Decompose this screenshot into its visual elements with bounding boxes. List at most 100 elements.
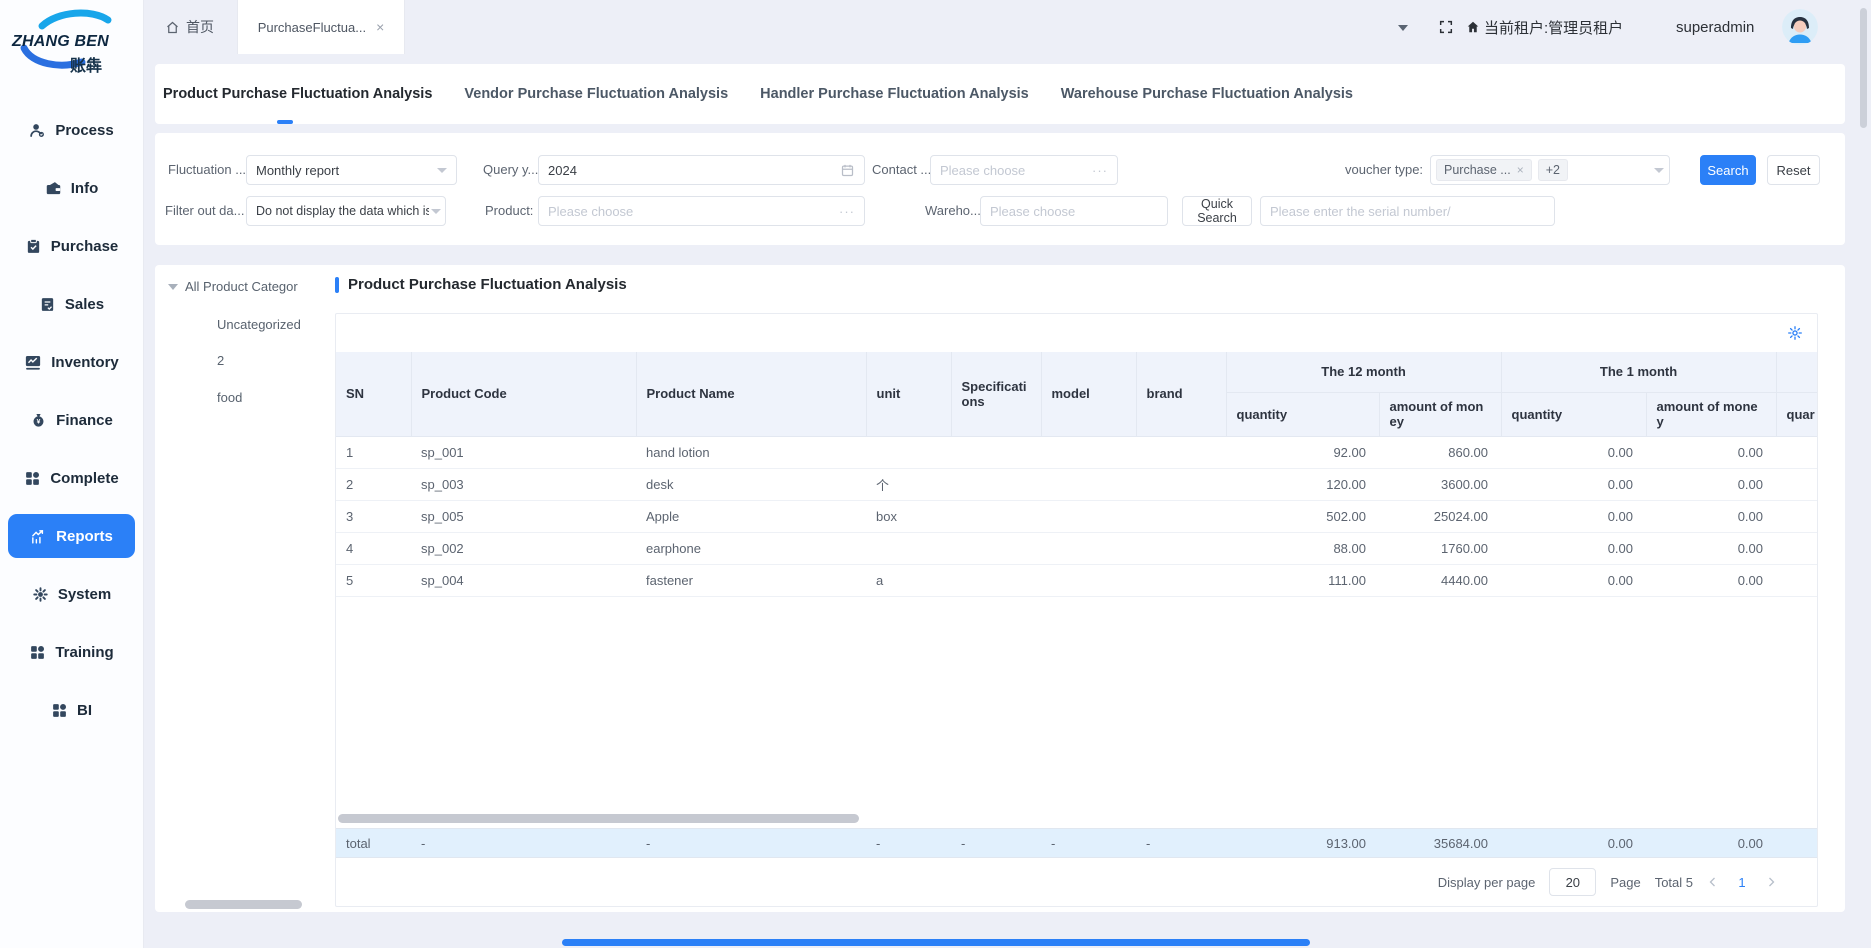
vertical-scrollbar[interactable] (1860, 8, 1867, 128)
tree-node-uncategorized[interactable]: Uncategorized (217, 317, 301, 332)
sidebar-item-process[interactable]: Process (8, 108, 135, 152)
sidebar-item-bi[interactable]: BI (8, 688, 135, 732)
group-header-clipped (1776, 352, 1817, 392)
cell-brand (1136, 436, 1226, 468)
sidebar-item-label: Reports (56, 528, 113, 545)
panel-horizontal-scrollbar[interactable] (185, 900, 302, 909)
person-check-icon (29, 122, 46, 139)
col-header-model[interactable]: model (1041, 352, 1136, 436)
table-row[interactable]: 3 sp_005 Apple box 502.00 25024.00 0.00 … (336, 500, 1817, 532)
sidebar-item-sales[interactable]: Sales (8, 282, 135, 326)
voucher-type-label: voucher type: (1345, 155, 1423, 185)
warehouse-select[interactable] (980, 196, 1168, 226)
tree-root-label: All Product Categor (185, 279, 298, 294)
current-page-number[interactable]: 1 (1733, 875, 1751, 890)
fullscreen-icon[interactable] (1438, 19, 1454, 40)
sidebar-item-purchase[interactable]: Purchase (8, 224, 135, 268)
warehouse-label: Wareho... (925, 196, 981, 226)
voucher-type-multiselect[interactable]: Purchase ... × +2 (1430, 155, 1670, 185)
quick-search-button[interactable]: Quick Search (1182, 196, 1252, 226)
breadcrumb-home[interactable]: 首页 (165, 0, 214, 54)
reset-button[interactable]: Reset (1767, 155, 1820, 185)
tree-expand-caret-icon[interactable] (168, 284, 178, 290)
query-year-input[interactable] (548, 163, 840, 178)
prev-page-icon[interactable] (1707, 876, 1719, 888)
table-row[interactable]: 2 sp_003 desk 个 120.00 3600.00 0.00 0.00 (336, 468, 1817, 500)
tab-vendor-fluctuation[interactable]: Vendor Purchase Fluctuation Analysis (464, 86, 728, 102)
table-row[interactable]: 5 sp_004 fastener a 111.00 4440.00 0.00 … (336, 564, 1817, 596)
sidebar-item-training[interactable]: Training (8, 630, 135, 674)
sidebar-item-system[interactable]: System (8, 572, 135, 616)
tree-node-2[interactable]: 2 (217, 353, 224, 368)
cell-q1: 0.00 (1501, 532, 1646, 564)
contact-input[interactable] (940, 163, 1088, 178)
col-header-product-name[interactable]: Product Name (636, 352, 866, 436)
sidebar-item-info[interactable]: Info (8, 166, 135, 210)
voucher-tag[interactable]: Purchase ... × (1436, 159, 1532, 181)
contact-select[interactable]: ··· (930, 155, 1118, 185)
tab-warehouse-fluctuation[interactable]: Warehouse Purchase Fluctuation Analysis (1061, 86, 1353, 102)
col-header-sn[interactable]: SN (336, 352, 411, 436)
filter-out-label: Filter out da... (165, 196, 244, 226)
col-header-amount-12[interactable]: amount of money (1379, 392, 1501, 436)
search-button[interactable]: Search (1700, 155, 1756, 185)
tag-close-icon[interactable]: × (1517, 163, 1524, 177)
cell-clipped (1776, 500, 1817, 532)
chevron-down-icon (431, 209, 441, 214)
col-header-brand[interactable]: brand (1136, 352, 1226, 436)
cell-a12: 860.00 (1379, 436, 1501, 468)
cell-name: desk (636, 468, 866, 500)
total-a12: 35684.00 (1379, 829, 1501, 857)
col-header-clipped[interactable]: quar (1776, 392, 1817, 436)
total-model: - (1041, 829, 1136, 857)
product-select[interactable]: ··· (538, 196, 865, 226)
col-header-quantity-1[interactable]: quantity (1501, 392, 1646, 436)
tab-handler-fluctuation[interactable]: Handler Purchase Fluctuation Analysis (760, 86, 1029, 102)
close-icon[interactable]: × (376, 19, 384, 35)
col-header-amount-1[interactable]: amount of money (1646, 392, 1776, 436)
table-row[interactable]: 4 sp_002 earphone 88.00 1760.00 0.00 0.0… (336, 532, 1817, 564)
tree-node-all-product-category[interactable]: All Product Categor (168, 279, 298, 294)
next-page-icon[interactable] (1765, 876, 1777, 888)
total-spec: - (951, 829, 1041, 857)
product-input[interactable] (548, 204, 835, 219)
col-header-quantity-12[interactable]: quantity (1226, 392, 1379, 436)
warehouse-input[interactable] (990, 204, 1158, 219)
query-year-label: Query y... (483, 155, 538, 185)
serial-number-input[interactable] (1270, 204, 1545, 219)
cell-unit (866, 436, 951, 468)
sidebar-item-label: Inventory (51, 354, 119, 371)
tab-product-fluctuation[interactable]: Product Purchase Fluctuation Analysis (163, 86, 432, 102)
chevron-down-icon (1654, 168, 1664, 173)
col-header-specifications[interactable]: Specifications (951, 352, 1041, 436)
avatar[interactable] (1782, 9, 1818, 45)
username[interactable]: superadmin (1676, 0, 1754, 54)
page-horizontal-scrollbar[interactable] (562, 939, 1310, 946)
sidebar-item-label: Complete (50, 470, 118, 487)
table-row[interactable]: 1 sp_001 hand lotion 92.00 860.00 0.00 0… (336, 436, 1817, 468)
per-page-input[interactable] (1550, 869, 1595, 895)
fluctuation-select[interactable]: Monthly report (246, 155, 457, 185)
cell-a12: 3600.00 (1379, 468, 1501, 500)
tabs-dropdown-caret-icon[interactable] (1398, 25, 1408, 31)
cell-brand (1136, 500, 1226, 532)
results-table-container: SN Product Code Product Name unit Specif… (335, 313, 1818, 907)
group-header-12-month: The 12 month (1226, 352, 1501, 392)
sidebar-item-inventory[interactable]: Inventory (8, 340, 135, 384)
trend-chart-icon (30, 528, 47, 545)
open-page-tab[interactable]: PurchaseFluctua... × (237, 0, 405, 54)
total-table: total - - - - - - 913.00 35684.00 0.00 0… (336, 829, 1817, 857)
sidebar-item-reports[interactable]: Reports (8, 514, 135, 558)
sidebar-item-finance[interactable]: ¥ Finance (8, 398, 135, 442)
money-bag-icon: ¥ (30, 412, 47, 429)
chevron-down-icon (437, 168, 447, 173)
sidebar-item-complete[interactable]: Complete (8, 456, 135, 500)
horizontal-scrollbar[interactable] (338, 814, 859, 823)
column-settings-gear-icon[interactable] (1787, 325, 1803, 341)
tree-node-food[interactable]: food (217, 390, 242, 405)
filter-out-select[interactable]: Do not display the data which is 0 (246, 196, 446, 226)
col-header-unit[interactable]: unit (866, 352, 951, 436)
cell-unit: box (866, 500, 951, 532)
col-header-product-code[interactable]: Product Code (411, 352, 636, 436)
sidebar-item-label: Finance (56, 412, 113, 429)
